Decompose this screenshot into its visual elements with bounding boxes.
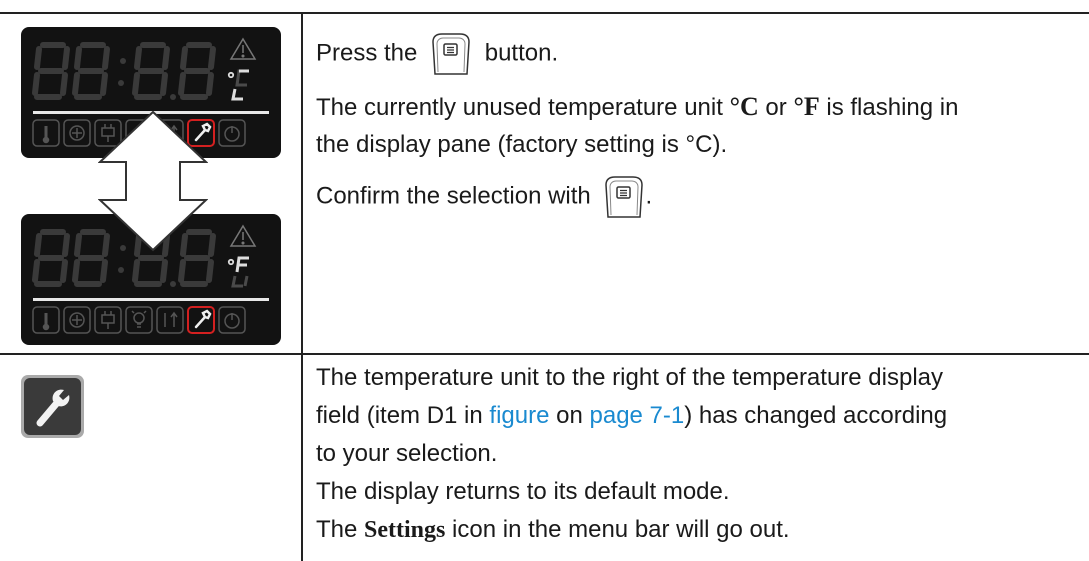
warning-triangle-icon xyxy=(229,37,257,60)
text-confirm: Confirm the selection with xyxy=(316,182,591,210)
text-period: . xyxy=(645,182,653,210)
wrench-icon-active xyxy=(187,306,215,334)
warning-triangle-icon xyxy=(229,224,257,247)
unit-celsius: °C xyxy=(729,92,759,121)
text-field-item: field (item D1 in xyxy=(316,402,483,429)
settings-wrench-icon xyxy=(21,375,84,438)
seven-segment-digits xyxy=(32,42,216,100)
instruction-press-button: Press the button. xyxy=(316,32,558,76)
table-top-rule xyxy=(0,12,1089,14)
text-unit-unused: The currently unused temperature unit xyxy=(316,94,723,121)
result-line-4: The display returns to its default mode. xyxy=(316,478,730,505)
text-on: on xyxy=(556,402,583,429)
settings-word: Settings xyxy=(364,517,446,543)
toggle-double-arrow xyxy=(98,110,208,252)
link-figure[interactable]: figure xyxy=(489,402,549,429)
text-is-flashing: is flashing in xyxy=(826,94,959,121)
text-icon-go-out: icon in the menu bar will go out. xyxy=(452,516,790,543)
unit-fahrenheit: °F xyxy=(793,92,820,121)
result-line-3: to your selection. xyxy=(316,440,498,467)
menu-button-icon xyxy=(603,175,645,219)
celsius-unit-indicator xyxy=(227,69,249,101)
menu-button-icon xyxy=(430,32,472,76)
table-column-divider xyxy=(301,12,303,561)
text-press-the: Press the xyxy=(316,39,418,67)
result-line-5: The Settings icon in the menu bar will g… xyxy=(316,514,790,546)
text-the: The xyxy=(316,516,358,543)
result-line-1: The temperature unit to the right of the… xyxy=(316,364,944,391)
text-button-period: button. xyxy=(484,39,559,67)
text-has-changed: ) has changed according xyxy=(684,402,948,429)
instruction-unit-flashing: The currently unused temperature unit °C… xyxy=(316,91,958,124)
fahrenheit-unit-indicator xyxy=(227,256,249,288)
text-or: or xyxy=(765,94,787,121)
table-middle-rule xyxy=(0,353,1089,355)
instruction-factory-setting: the display pane (factory setting is °C)… xyxy=(316,131,728,158)
instruction-confirm: Confirm the selection with . xyxy=(316,175,652,219)
result-line-2: field (item D1 in figure on page 7-1) ha… xyxy=(316,400,947,432)
link-page[interactable]: page 7-1 xyxy=(590,402,685,429)
